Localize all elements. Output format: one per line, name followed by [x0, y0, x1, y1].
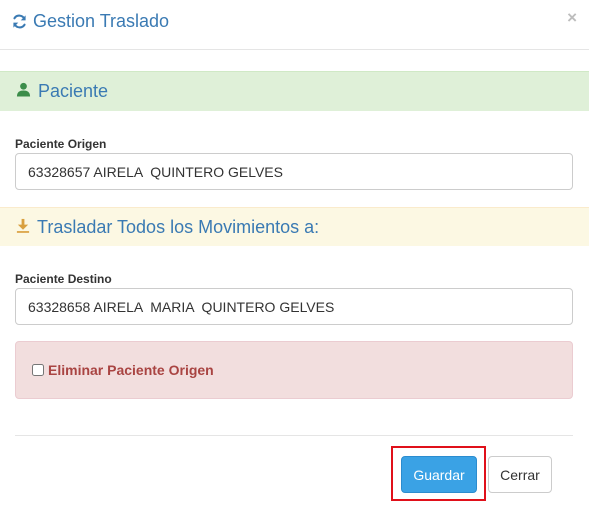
destination-patient-input[interactable]: [15, 288, 573, 325]
delete-origin-option[interactable]: Eliminar Paciente Origen: [32, 362, 214, 378]
modal-title: Gestion Traslado: [12, 11, 169, 32]
modal-header: Gestion Traslado ×: [0, 0, 589, 50]
download-icon: [16, 217, 30, 238]
close-icon[interactable]: ×: [567, 9, 577, 27]
modal-title-text: Gestion Traslado: [33, 11, 170, 31]
patient-section-heading: Paciente: [38, 81, 109, 101]
delete-origin-checkbox[interactable]: [32, 364, 44, 376]
transfer-section-heading: Trasladar Todos los Movimientos a:: [37, 216, 320, 237]
close-button[interactable]: Cerrar: [488, 456, 552, 493]
origin-patient-input[interactable]: [15, 153, 573, 190]
origin-patient-label: Paciente Origen: [15, 137, 107, 151]
delete-origin-panel: Eliminar Paciente Origen: [15, 341, 573, 399]
patient-section-banner: Paciente: [0, 71, 589, 111]
transfer-section-banner: Trasladar Todos los Movimientos a:: [0, 207, 589, 246]
delete-origin-label[interactable]: Eliminar Paciente Origen: [48, 362, 214, 378]
save-button[interactable]: Guardar: [401, 456, 477, 493]
user-icon: [16, 81, 31, 102]
gestion-traslado-modal: Gestion Traslado × Paciente Paciente Ori…: [0, 0, 589, 528]
footer-divider: [15, 435, 573, 436]
refresh-icon: [12, 14, 27, 29]
destination-patient-label: Paciente Destino: [15, 272, 112, 286]
